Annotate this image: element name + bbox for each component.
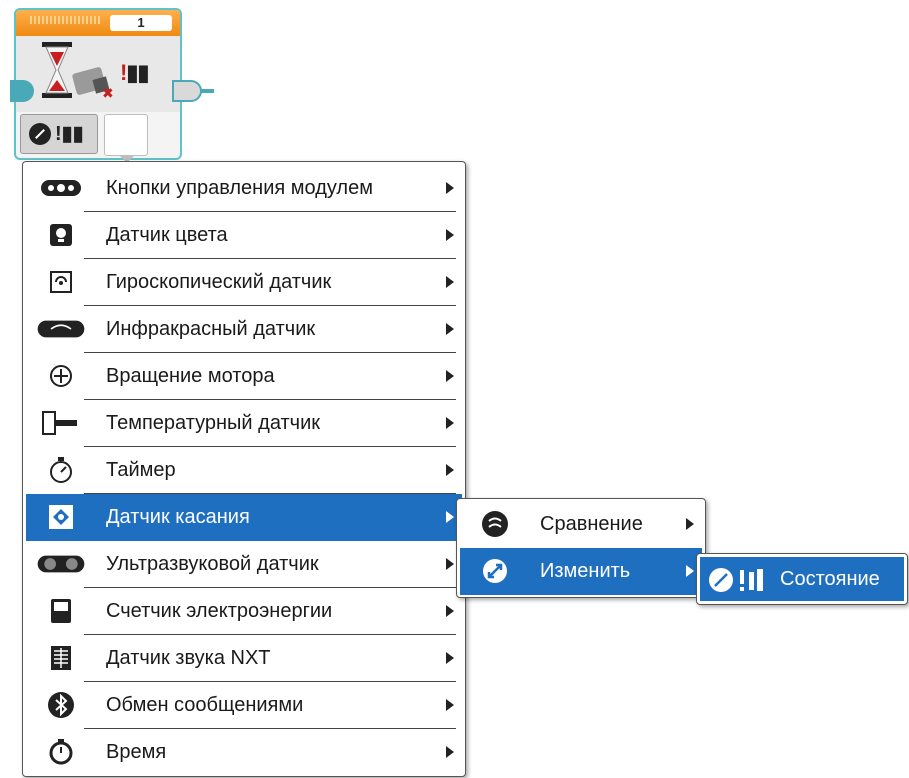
menu-item-label: Температурный датчик xyxy=(106,412,321,434)
parameter-input[interactable] xyxy=(104,114,148,163)
menu-item-label: Кнопки управления модулем xyxy=(106,177,373,199)
menu-item[interactable]: Датчик цвета xyxy=(26,212,462,259)
hourglass-icon xyxy=(42,42,72,98)
block-body: ✖ !▮▮ xyxy=(16,36,180,112)
state-icon xyxy=(704,565,774,595)
submenu-arrow-icon xyxy=(446,558,454,570)
submenu-arrow-icon xyxy=(686,518,694,530)
menu-item-label: Инфракрасный датчик xyxy=(106,318,316,340)
mode-selector-button[interactable]: !▮▮ xyxy=(20,114,98,154)
menu-item[interactable]: Гироскопический датчик xyxy=(26,259,462,306)
sensor-menu: Кнопки управления модулем Датчик цвета Гир… xyxy=(22,161,466,777)
submenu-arrow-icon xyxy=(446,182,454,194)
menu-item[interactable]: Таймер xyxy=(26,447,462,494)
svg-text:✖: ✖ xyxy=(102,86,114,100)
menu-item-label: Датчик звука NXT xyxy=(106,647,271,669)
grip-handle[interactable] xyxy=(30,16,100,24)
menu-item[interactable]: Ультразвуковой датчик xyxy=(26,541,462,588)
menu-item-label: Время xyxy=(106,741,167,763)
bluetooth-messaging-icon xyxy=(36,690,86,720)
menu-item-label: Обмен сообщениями xyxy=(106,694,304,716)
port-selector[interactable]: 1 xyxy=(110,15,172,31)
nxt-sound-sensor-icon xyxy=(36,643,86,673)
menu-item-label: Таймер xyxy=(106,459,176,481)
time-icon xyxy=(36,737,86,767)
menu-item[interactable]: Сравнение xyxy=(460,501,702,548)
sequence-in-plug[interactable] xyxy=(10,80,34,102)
submenu-arrow-icon xyxy=(446,276,454,288)
sequence-wire xyxy=(200,89,214,93)
menu-item[interactable]: Датчик касания xyxy=(26,494,462,541)
color-sensor-icon xyxy=(36,220,86,250)
submenu-arrow-icon xyxy=(446,229,454,241)
submenu-arrow-icon xyxy=(446,370,454,382)
change-icon xyxy=(470,556,520,586)
menu-item[interactable]: Вращение мотора xyxy=(26,353,462,400)
menu-item-label: Счетчик электроэнергии xyxy=(106,600,333,622)
menu-item-label: Сравнение xyxy=(540,513,643,535)
submenu-arrow-icon xyxy=(446,511,454,523)
touch-sensor-submenu: Сравнение Изменить xyxy=(456,498,706,598)
change-icon xyxy=(29,123,51,145)
submenu-arrow-icon xyxy=(446,746,454,758)
menu-item[interactable]: Кнопки управления модулем xyxy=(26,165,462,212)
gyro-sensor-icon xyxy=(36,267,86,297)
submenu-arrow-icon xyxy=(446,699,454,711)
menu-item-label: Состояние xyxy=(780,568,880,590)
state-bars-icon: !▮▮ xyxy=(55,123,84,145)
sequence-out-plug[interactable] xyxy=(172,80,202,102)
block-header: 1 xyxy=(16,10,180,36)
menu-item-label: Гироскопический датчик xyxy=(106,271,332,293)
menu-item-label: Ультразвуковой датчик xyxy=(106,553,319,575)
menu-item-label: Изменить xyxy=(540,560,631,582)
menu-item[interactable]: Изменить xyxy=(460,548,702,595)
submenu-arrow-icon xyxy=(446,464,454,476)
timer-icon xyxy=(36,455,86,485)
submenu-arrow-icon xyxy=(446,417,454,429)
compare-icon xyxy=(470,509,520,539)
brick-buttons-icon xyxy=(36,173,86,203)
menu-item[interactable]: Обмен сообщениями xyxy=(26,682,462,729)
menu-item[interactable]: Температурный датчик xyxy=(26,400,462,447)
menu-item[interactable]: Инфракрасный датчик xyxy=(26,306,462,353)
submenu-arrow-icon xyxy=(446,652,454,664)
submenu-arrow-icon xyxy=(446,323,454,335)
submenu-arrow-icon xyxy=(686,565,694,577)
menu-item[interactable]: Счетчик электроэнергии xyxy=(26,588,462,635)
wait-block[interactable]: 1 ✖ !▮▮ !▮▮ xyxy=(10,8,214,163)
menu-item-label: Вращение мотора xyxy=(106,365,275,387)
menu-item-label: Датчик цвета xyxy=(106,224,228,246)
ultrasonic-sensor-icon xyxy=(36,549,86,579)
motor-rotation-icon xyxy=(36,361,86,391)
touch-sensor-icon xyxy=(36,502,86,532)
menu-item[interactable]: Время xyxy=(26,729,462,776)
infrared-sensor-icon xyxy=(36,314,86,344)
state-glyph-icon: !▮▮ xyxy=(120,60,150,85)
touch-sensor-image-icon: ✖ xyxy=(72,67,114,100)
submenu-arrow-icon xyxy=(446,605,454,617)
temperature-sensor-icon xyxy=(36,408,86,438)
menu-item[interactable]: Датчик звука NXT xyxy=(26,635,462,682)
menu-item[interactable]: Состояние xyxy=(700,557,904,601)
energy-meter-icon xyxy=(36,596,86,626)
menu-item-label: Датчик касания xyxy=(106,506,250,528)
change-submenu: Состояние xyxy=(696,553,908,605)
